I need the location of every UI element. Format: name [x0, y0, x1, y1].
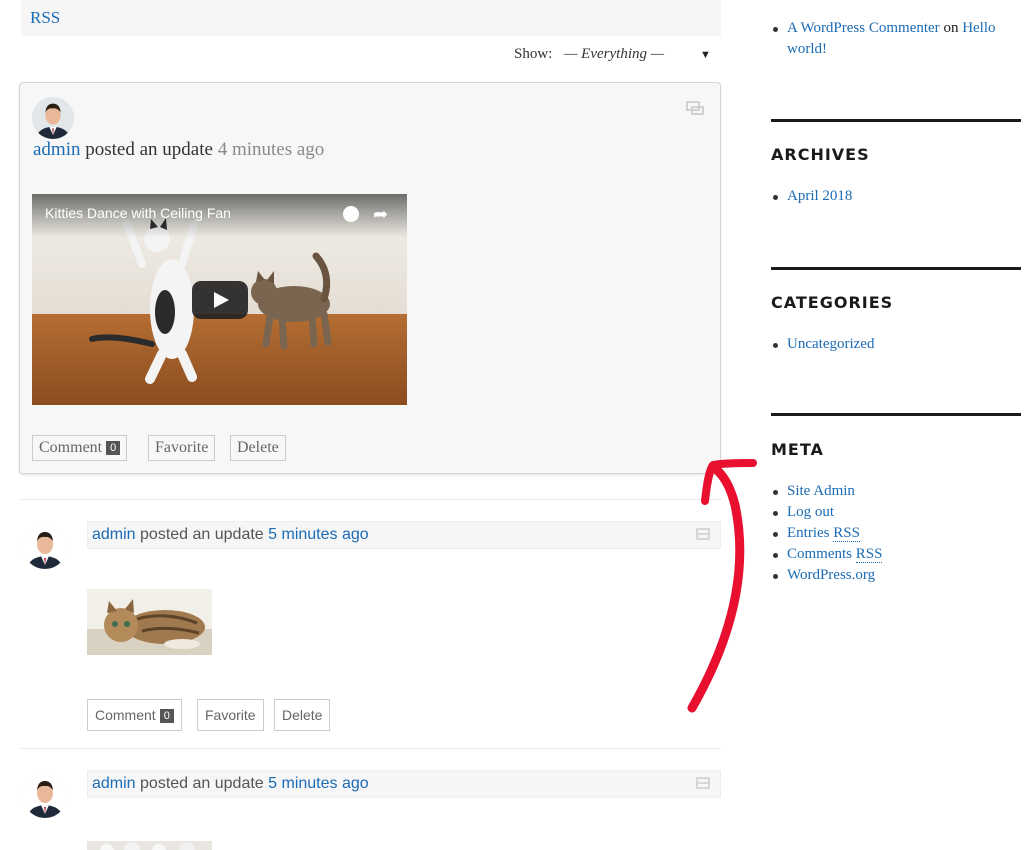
cat-photo-thumbnail[interactable] [87, 589, 212, 655]
meta-item: Entries RSS [771, 523, 1021, 544]
user-link[interactable]: admin [92, 775, 136, 792]
activity-action: posted an update [140, 775, 264, 792]
divider [21, 748, 721, 749]
widget-divider [771, 119, 1021, 122]
recent-comment-item: A WordPress Commenter on Hello world! [771, 18, 1021, 60]
log-out-link[interactable]: Log out [787, 504, 834, 520]
video-title[interactable]: Kitties Dance with Ceiling Fan [45, 205, 231, 221]
avatar[interactable] [23, 774, 67, 818]
activity-time[interactable]: 4 minutes ago [218, 139, 325, 160]
monitor-icon[interactable] [686, 101, 704, 115]
archive-item: April 2018 [771, 186, 1021, 207]
archives-widget: April 2018 [771, 186, 1021, 207]
widget-divider [771, 413, 1021, 416]
comment-count-badge: 0 [159, 709, 174, 723]
divider [21, 499, 721, 500]
user-link[interactable]: admin [92, 526, 136, 543]
activity-header: admin posted an update 4 minutes ago [33, 139, 324, 161]
meta-widget: Site Admin Log out Entries RSS Comments … [771, 481, 1021, 586]
meta-item: Comments RSS [771, 544, 1021, 565]
comment-post-link-cont[interactable]: world! [787, 41, 827, 57]
monitor-icon[interactable] [696, 777, 710, 789]
rss-bar: RSS [21, 0, 721, 36]
meta-item: WordPress.org [771, 565, 1021, 586]
chevron-down-icon[interactable]: ▼ [700, 49, 711, 61]
categories-heading: CATEGORIES [771, 293, 894, 312]
comment-author-link[interactable]: A WordPress Commenter [787, 20, 940, 36]
category-link[interactable]: Uncategorized [787, 336, 874, 352]
avatar[interactable] [32, 97, 74, 139]
entries-rss-link[interactable]: Entries RSS [787, 525, 860, 542]
category-item: Uncategorized [771, 334, 1021, 355]
play-button[interactable] [192, 281, 248, 319]
share-icon[interactable]: ➦ [373, 204, 388, 225]
archive-link[interactable]: April 2018 [787, 188, 852, 204]
favorite-button[interactable]: Favorite [148, 435, 216, 461]
comment-count-badge: 0 [106, 441, 121, 455]
comment-post-link[interactable]: Hello [962, 20, 995, 36]
activity-header: admin posted an update 5 minutes ago [87, 770, 721, 798]
widget-divider [771, 267, 1021, 270]
user-link[interactable]: admin [33, 139, 81, 160]
avatar[interactable] [23, 525, 67, 569]
activity-action: posted an update [85, 139, 213, 160]
photo-thumbnail[interactable] [87, 838, 212, 850]
recent-comments-widget: A WordPress Commenter on Hello world! [771, 18, 1021, 60]
filter-select[interactable]: — Everything — [564, 46, 664, 62]
categories-widget: Uncategorized [771, 334, 1021, 355]
activity-card-highlighted: admin posted an update 4 minutes ago Kit… [19, 82, 721, 474]
rss-link[interactable]: RSS [30, 8, 60, 28]
site-admin-link[interactable]: Site Admin [787, 483, 855, 499]
video-embed[interactable]: Kitties Dance with Ceiling Fan ➦ [32, 194, 407, 405]
meta-item: Log out [771, 502, 1021, 523]
comments-rss-link[interactable]: Comments RSS [787, 546, 883, 563]
comment-button[interactable]: Comment 0 [87, 699, 182, 731]
delete-button[interactable]: Delete [274, 699, 331, 731]
activity-time[interactable]: 5 minutes ago [268, 775, 369, 792]
meta-item: Site Admin [771, 481, 1021, 502]
archives-heading: ARCHIVES [771, 145, 870, 164]
activity-action: posted an update [140, 526, 264, 543]
filter-label: Show: [514, 46, 553, 62]
annotation-arrow [687, 459, 757, 713]
delete-button[interactable]: Delete [230, 435, 286, 461]
comment-button[interactable]: Comment 0 [32, 435, 128, 461]
activity-header: admin posted an update 5 minutes ago [87, 521, 721, 549]
favorite-button[interactable]: Favorite [197, 699, 264, 731]
meta-heading: META [771, 440, 824, 459]
clock-icon[interactable] [343, 206, 359, 222]
wordpress-org-link[interactable]: WordPress.org [787, 567, 875, 583]
activity-filter[interactable]: Show: — Everything — ▼ [514, 46, 711, 63]
activity-time[interactable]: 5 minutes ago [268, 526, 369, 543]
